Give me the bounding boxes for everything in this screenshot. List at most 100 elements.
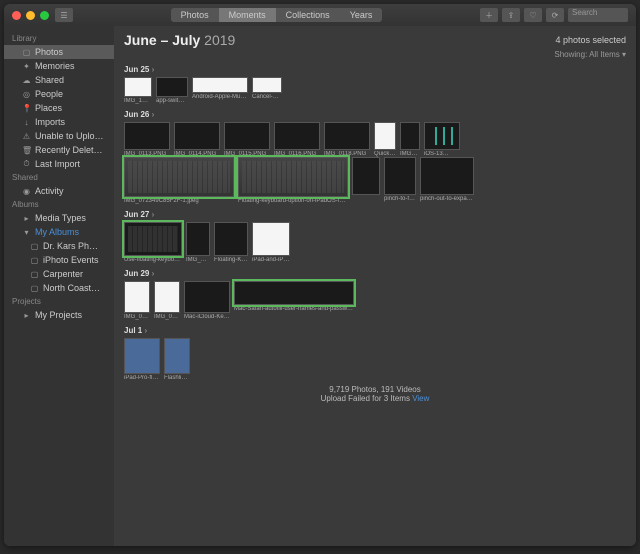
- sidebar-item-my-projects[interactable]: ▸My Projects: [4, 308, 114, 322]
- date-header[interactable]: Jul 1: [124, 326, 626, 335]
- sidebar-item-places[interactable]: 📍Places: [4, 101, 114, 115]
- thumbnail-image[interactable]: [420, 157, 474, 195]
- favorite-icon[interactable]: ♡: [524, 8, 542, 22]
- thumbnail-image[interactable]: [124, 281, 150, 313]
- sidebar-item-media-types[interactable]: ▸Media Types: [4, 211, 114, 225]
- thumbnail-image[interactable]: [164, 338, 190, 374]
- thumbnail-image[interactable]: [154, 281, 180, 313]
- photo-thumbnail[interactable]: iPad-and-iPhone…: [252, 222, 290, 263]
- photo-thumbnail[interactable]: Cancel-Ap…: [252, 77, 282, 104]
- date-header[interactable]: Jun 25: [124, 65, 626, 74]
- thumbnail-image[interactable]: [400, 122, 420, 150]
- thumbnail-image[interactable]: [124, 157, 234, 197]
- photo-thumbnail[interactable]: IMG_0113.PNG: [124, 122, 170, 157]
- thumbnail-image[interactable]: [352, 157, 380, 195]
- sidebar-item-last-import[interactable]: ⏱Last Import: [4, 157, 114, 171]
- photo-thumbnail[interactable]: IMG_072349C85F2F-1.jpeg: [124, 157, 234, 204]
- thumbnail-image[interactable]: [214, 222, 248, 256]
- date-header[interactable]: Jun 26: [124, 110, 626, 119]
- photo-thumbnail[interactable]: IMG_0024.P…: [154, 281, 180, 320]
- sidebar-item-my-albums[interactable]: ▾My Albums: [4, 225, 114, 239]
- photo-thumbnail[interactable]: IMG_0116.PNG: [274, 122, 320, 157]
- thumbnail-image[interactable]: [234, 281, 354, 305]
- photo-thumbnail[interactable]: app-swit…: [156, 77, 188, 104]
- thumbnail-image[interactable]: [224, 122, 270, 150]
- view-link[interactable]: View: [412, 394, 429, 403]
- sidebar-item-label: Photos: [35, 47, 63, 57]
- share-icon[interactable]: ⇪: [502, 8, 520, 22]
- tab-photos[interactable]: Photos: [171, 8, 219, 22]
- photo-thumbnail[interactable]: IMG_0…: [400, 122, 420, 157]
- photo-thumbnail[interactable]: iOS-13…: [424, 122, 460, 157]
- sidebar-item-unable-to-uplo-[interactable]: ⚠Unable to Uplo…: [4, 129, 114, 143]
- photo-thumbnail[interactable]: IMG_19CA05A92…: [186, 222, 210, 263]
- sidebar-item-dr-kars-ph-[interactable]: ▢Dr. Kars Ph…: [4, 239, 114, 253]
- tab-collections[interactable]: Collections: [276, 8, 340, 22]
- thumbnail-image[interactable]: [124, 122, 170, 150]
- minimize-icon[interactable]: [26, 11, 35, 20]
- tab-moments[interactable]: Moments: [219, 8, 276, 22]
- sidebar-item-imports[interactable]: ↓Imports: [4, 115, 114, 129]
- sidebar-item-photos[interactable]: ▢Photos: [4, 45, 114, 59]
- photo-thumbnail[interactable]: Floating-Keyboar…: [214, 222, 248, 263]
- thumbnail-row: iPad-Pro-flashlig…Flashlight-insten…: [124, 338, 626, 381]
- thumbnail-image[interactable]: [124, 222, 182, 256]
- thumbnail-image[interactable]: [192, 77, 248, 93]
- photo-thumbnail[interactable]: Use-floating-keyboard-handle-to-spring-f…: [124, 222, 182, 263]
- photo-thumbnail[interactable]: IMG_0114.PNG: [174, 122, 220, 157]
- sidebar-item-north-coast-[interactable]: ▢North Coast…: [4, 281, 114, 295]
- rotate-icon[interactable]: ⟳: [546, 8, 564, 22]
- sidebar-item-iphoto-events[interactable]: ▢iPhoto Events: [4, 253, 114, 267]
- close-icon[interactable]: [12, 11, 21, 20]
- thumbnail-image[interactable]: [384, 157, 416, 195]
- sidebar-item-label: Unable to Uplo…: [35, 131, 104, 141]
- photo-thumbnail[interactable]: Mac-iCloud-Keyc…: [184, 281, 230, 320]
- date-header[interactable]: Jun 29: [124, 269, 626, 278]
- thumbnail-image[interactable]: [124, 77, 152, 97]
- photo-thumbnail[interactable]: QuickPath-keyb…: [374, 122, 396, 157]
- thumbnail-image[interactable]: [252, 222, 290, 256]
- thumbnail-image[interactable]: [252, 77, 282, 93]
- search-input[interactable]: Search: [568, 8, 628, 22]
- thumbnail-image[interactable]: [274, 122, 320, 150]
- photo-thumbnail[interactable]: iPad-Pro-flashlig…: [124, 338, 160, 381]
- thumbnail-image[interactable]: [186, 222, 210, 256]
- photo-thumbnail[interactable]: Floating-keyboard-option-on-iPadOS-full-…: [238, 157, 348, 204]
- sidebar-item-label: North Coast…: [43, 283, 100, 293]
- filter-dropdown[interactable]: Showing: All Items ▾: [124, 50, 626, 59]
- date-header[interactable]: Jun 27: [124, 210, 626, 219]
- photo-thumbnail[interactable]: pinch-to-flo-ge…: [384, 157, 416, 204]
- photo-thumbnail[interactable]: IMG_0118.PNG: [324, 122, 370, 157]
- photo-thumbnail[interactable]: Android-Apple-Music-Subscription.jpg: [192, 77, 248, 104]
- sidebar-item-shared[interactable]: ☁Shared: [4, 73, 114, 87]
- photo-thumbnail[interactable]: IMG_1…: [124, 77, 152, 104]
- thumbnail-image[interactable]: [238, 157, 348, 197]
- photo-thumbnail[interactable]: Flashlight-insten…: [164, 338, 190, 381]
- thumbnail-image[interactable]: [124, 338, 160, 374]
- photo-thumbnail[interactable]: IMG_0115.PNG: [224, 122, 270, 157]
- titlebar: ☰ PhotosMomentsCollectionsYears ＋ ⇪ ♡ ⟳ …: [4, 4, 636, 26]
- thumbnail-image[interactable]: [324, 122, 370, 150]
- add-icon[interactable]: ＋: [480, 8, 498, 22]
- sidebar-toggle-icon[interactable]: ☰: [55, 8, 73, 22]
- content-area[interactable]: June – July 2019 4 photos selected Showi…: [114, 26, 636, 546]
- sidebar-item-activity[interactable]: ◉Activity: [4, 184, 114, 198]
- photo-thumbnail[interactable]: [352, 157, 380, 204]
- thumbnail-image[interactable]: [184, 281, 230, 313]
- view-tabs: PhotosMomentsCollectionsYears: [171, 8, 383, 22]
- sidebar-item-people[interactable]: ◎People: [4, 87, 114, 101]
- thumbnail-image[interactable]: [156, 77, 188, 97]
- photo-thumbnail[interactable]: pinch-out-to-expand-floating-keyboard-t…: [420, 157, 474, 204]
- thumbnail-image[interactable]: [424, 122, 460, 150]
- photo-thumbnail[interactable]: IMG_0025.P…: [124, 281, 150, 320]
- sidebar-item-recently-delet-[interactable]: 🗑Recently Delet…: [4, 143, 114, 157]
- zoom-icon[interactable]: [40, 11, 49, 20]
- thumbnail-image[interactable]: [174, 122, 220, 150]
- photo-thumbnail[interactable]: Mac-Safari-autofill-user-names-and-passw…: [234, 281, 354, 320]
- sidebar-item-label: People: [35, 89, 63, 99]
- thumbnail-label: Cancel-Ap…: [252, 94, 282, 100]
- sidebar-item-memories[interactable]: ✦Memories: [4, 59, 114, 73]
- sidebar-item-carpenter[interactable]: ▢Carpenter: [4, 267, 114, 281]
- thumbnail-image[interactable]: [374, 122, 396, 150]
- tab-years[interactable]: Years: [340, 8, 383, 22]
